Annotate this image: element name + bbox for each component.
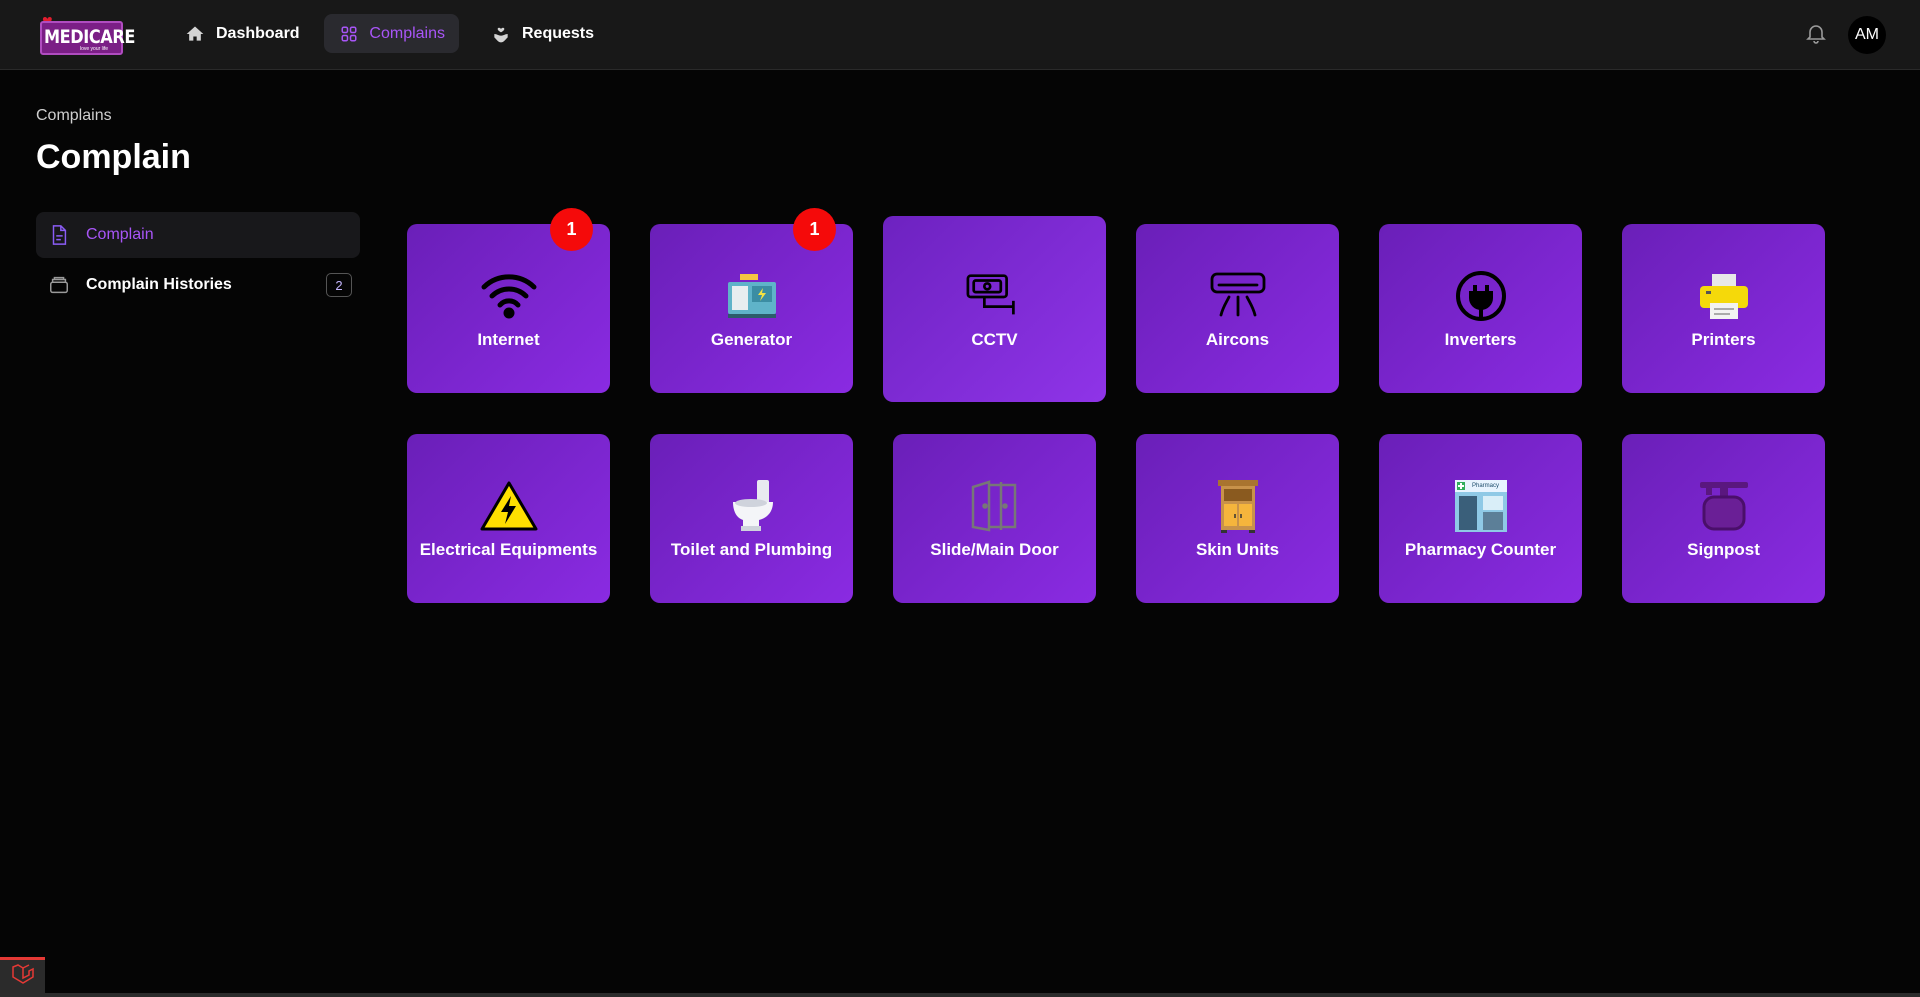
history-count-badge: 2 [326, 273, 352, 297]
logo-text: MEDICARE [44, 26, 135, 48]
sidebar-item-complain[interactable]: Complain [36, 212, 360, 258]
bottom-scrollbar [0, 993, 1920, 997]
pharmacy-sign-text: Pharmacy [1471, 482, 1499, 489]
medicare-logo[interactable]: ♥ MEDICARE love your life [40, 12, 135, 55]
wifi-icon [479, 268, 539, 324]
generator-badge: 1 [793, 208, 836, 251]
top-navbar: ♥ MEDICARE love your life Dashboard Comp… [0, 0, 1920, 70]
toilet-icon [722, 478, 782, 534]
tile-aircons[interactable]: Aircons [1136, 224, 1339, 393]
user-avatar[interactable]: AM [1848, 16, 1886, 54]
grid-icon [338, 23, 359, 45]
cabinet-icon [1208, 478, 1268, 534]
bell-icon[interactable] [1804, 21, 1828, 45]
signpost-icon [1694, 478, 1754, 534]
logo-tagline: love your life [80, 46, 109, 52]
breadcrumb[interactable]: Complains [36, 107, 112, 125]
printer-icon [1694, 268, 1754, 324]
tile-slide-main-door[interactable]: Slide/Main Door [893, 434, 1096, 603]
nav-requests[interactable]: Requests [476, 14, 608, 53]
high-voltage-icon [479, 478, 539, 534]
tile-signpost[interactable]: Signpost [1622, 434, 1825, 603]
tile-inverters[interactable]: Inverters [1379, 224, 1582, 393]
document-icon [48, 224, 70, 246]
plug-icon [1451, 268, 1511, 324]
sidebar-item-complain-histories[interactable]: Complain Histories 2 [36, 262, 360, 308]
page-title: Complain [36, 138, 191, 176]
heart-hand-icon [490, 23, 512, 45]
tile-pharmacy-counter[interactable]: Pharmacy Pharmacy Counter [1379, 434, 1582, 603]
door-icon [965, 478, 1025, 534]
laravel-icon [11, 963, 35, 990]
home-icon [184, 23, 206, 45]
tile-cctv[interactable]: CCTV [883, 216, 1106, 402]
generator-icon [722, 268, 782, 324]
tile-toilet-and-plumbing[interactable]: Toilet and Plumbing [650, 434, 853, 603]
tile-printers[interactable]: Printers [1622, 224, 1825, 393]
dev-toolbar-toggle[interactable] [0, 957, 45, 993]
aircon-icon [1208, 268, 1268, 324]
nav-complains[interactable]: Complains [324, 14, 459, 53]
nav-dashboard[interactable]: Dashboard [170, 14, 314, 53]
tile-skin-units[interactable]: Skin Units [1136, 434, 1339, 603]
cctv-icon [965, 268, 1025, 324]
archive-icon [48, 274, 70, 296]
tile-electrical-equipments[interactable]: Electrical Equipments [407, 434, 610, 603]
internet-badge: 1 [550, 208, 593, 251]
pharmacy-icon: Pharmacy [1451, 478, 1511, 534]
